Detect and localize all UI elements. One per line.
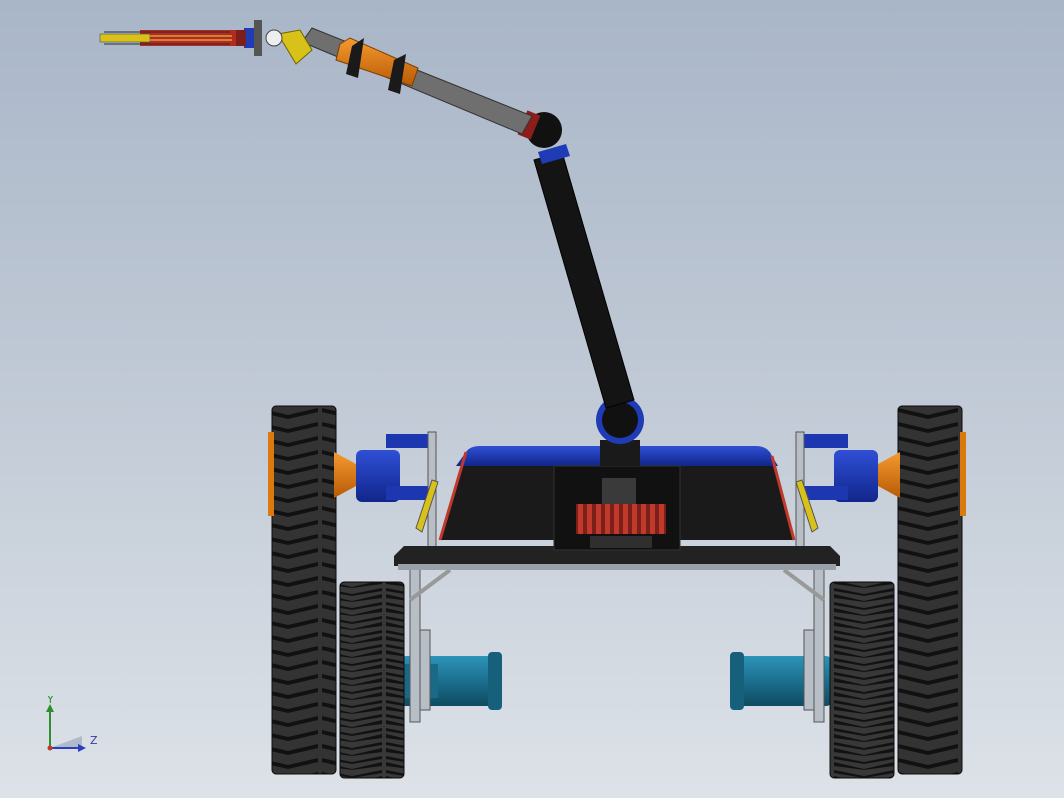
arm-upper-link xyxy=(301,27,533,135)
right-axle-coupler xyxy=(878,452,900,498)
rear-right-tire xyxy=(829,581,895,779)
wrist-blue-mount xyxy=(244,20,262,56)
left-drive-motor xyxy=(356,434,434,502)
y-axis-label: Y xyxy=(46,696,54,706)
right-drive-motor xyxy=(800,434,878,502)
cad-viewport[interactable]: Y Z xyxy=(0,0,1064,798)
arm-base-joint xyxy=(596,396,644,466)
triad-plane-icon xyxy=(50,736,82,748)
front-right-tire xyxy=(897,405,963,775)
robot-assembly-model[interactable] xyxy=(0,0,1064,798)
rear-left-tire xyxy=(339,581,405,779)
origin-dot xyxy=(47,745,53,751)
left-hub-cap xyxy=(268,432,274,516)
arm-lower-link xyxy=(533,151,635,409)
front-left-tire xyxy=(271,405,337,775)
z-axis-label: Z xyxy=(90,734,98,747)
wrist-pivot xyxy=(265,29,283,47)
end-effector-gripper xyxy=(99,30,246,46)
axis-triad: Y Z xyxy=(46,696,98,752)
right-hub-cap xyxy=(960,432,966,516)
left-axle-coupler xyxy=(334,452,356,498)
